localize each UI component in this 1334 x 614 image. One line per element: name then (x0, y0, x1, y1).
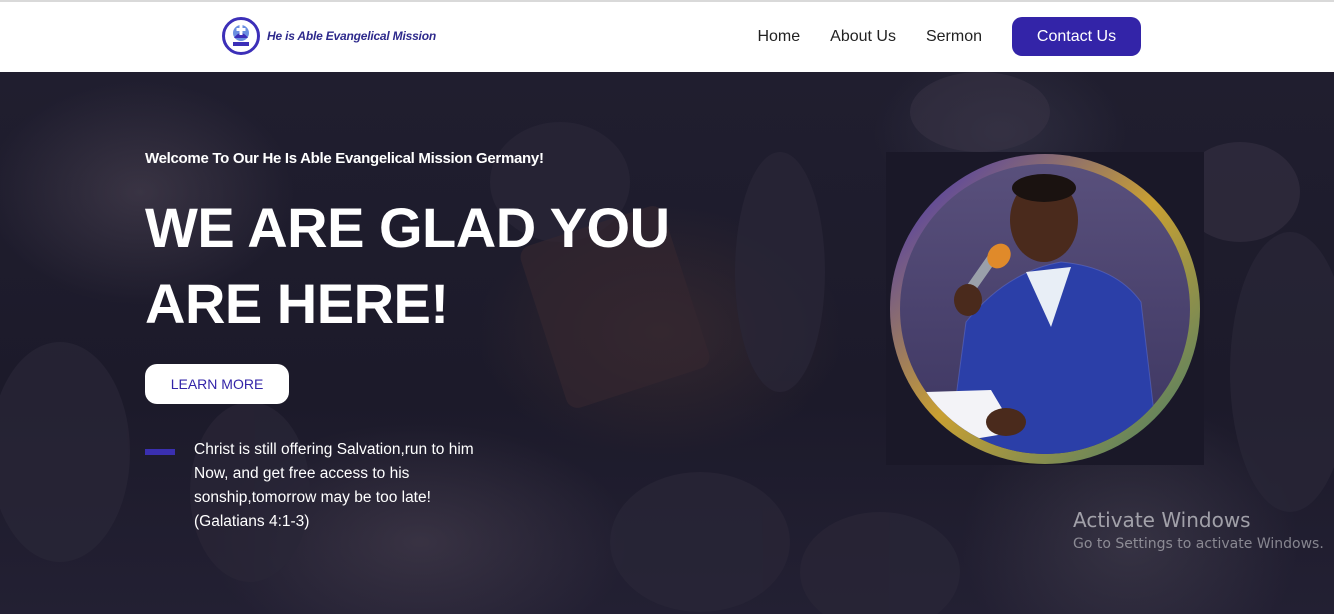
headline-line-1: WE ARE GLAD YOU (145, 196, 670, 259)
headline-line-2: ARE HERE! (145, 272, 449, 335)
nav-home[interactable]: Home (757, 28, 800, 46)
contact-us-button[interactable]: Contact Us (1012, 17, 1141, 56)
hero-quote: Christ is still offering Salvation,run t… (194, 441, 474, 530)
site-logo[interactable]: He is Able Evangelical Mission (222, 17, 436, 55)
quote-accent-bar (145, 449, 175, 455)
hero-headline: WE ARE GLAD YOU ARE HERE! (145, 190, 670, 342)
navbar: He is Able Evangelical Mission Home Abou… (0, 2, 1334, 72)
learn-more-button[interactable]: LEARN MORE (145, 364, 289, 404)
pastor-portrait (886, 152, 1204, 465)
activate-windows-title: Activate Windows (1073, 508, 1251, 532)
main-navigation: Home About Us Sermon Contact Us (757, 17, 1141, 56)
logo-text: He is Able Evangelical Mission (267, 29, 436, 43)
nav-sermon[interactable]: Sermon (926, 28, 982, 46)
logo-emblem-icon (222, 17, 260, 55)
activate-windows-subtitle: Go to Settings to activate Windows. (1073, 536, 1324, 552)
welcome-text: Welcome To Our He Is Able Evangelical Mi… (145, 150, 544, 167)
nav-about-us[interactable]: About Us (830, 28, 896, 46)
hero-section: Welcome To Our He Is Able Evangelical Mi… (0, 72, 1334, 614)
